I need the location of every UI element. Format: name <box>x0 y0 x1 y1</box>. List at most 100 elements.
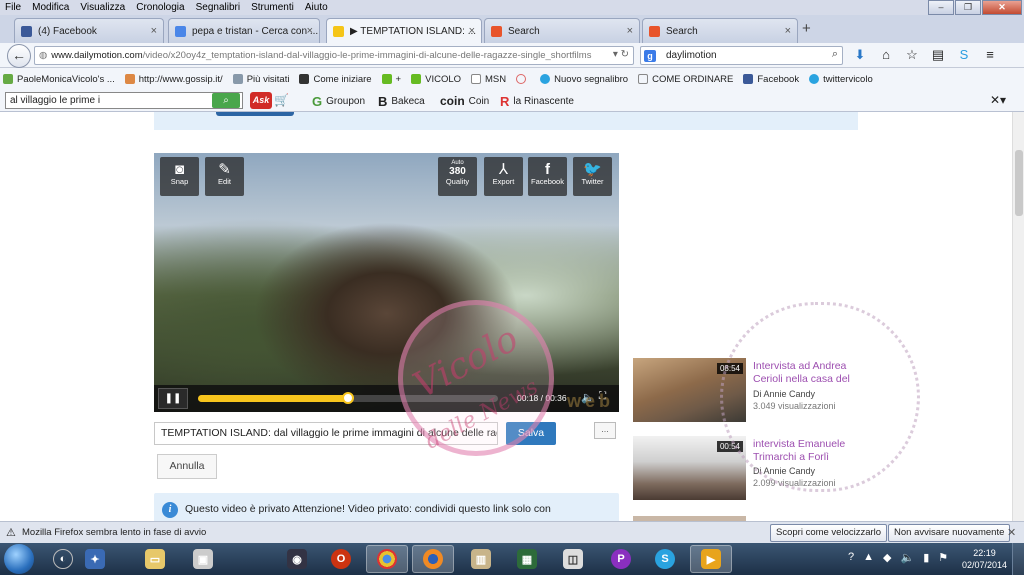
facebook-share-button[interactable]: f Facebook <box>528 157 567 196</box>
flag-icon[interactable]: ⚑ <box>938 551 948 564</box>
bookmark-item[interactable]: Più visitati <box>232 74 289 85</box>
app-icon: ◫ <box>563 549 583 569</box>
export-label: Export <box>492 177 515 186</box>
menu-cronologia[interactable]: Cronologia <box>131 2 190 13</box>
close-tab-icon[interactable]: × <box>469 25 475 37</box>
tab-facebook[interactable]: (4) Facebook × <box>14 18 164 43</box>
export-button[interactable]: ⅄ Export <box>484 157 523 196</box>
ask-logo[interactable]: Ask <box>250 92 272 109</box>
close-window-icon[interactable]: ✕ <box>982 0 1022 15</box>
bookmark-star-icon[interactable]: ☆ <box>904 47 920 63</box>
coin-link[interactable]: coin Coin <box>440 94 489 108</box>
menu-aiuto[interactable]: Aiuto <box>300 2 334 13</box>
tools-icon[interactable]: ✕▾ <box>990 93 1006 107</box>
back-button[interactable]: ← <box>7 44 31 68</box>
scrollbar-thumb[interactable] <box>1015 150 1023 216</box>
bookmark-label: Come iniziare <box>313 73 372 85</box>
bookmark-label: http://www.gossip.it/ <box>138 73 223 85</box>
menu-modifica[interactable]: Modifica <box>27 2 75 13</box>
network-icon[interactable]: ▮ <box>923 551 929 564</box>
skype-icon[interactable]: S <box>956 47 972 63</box>
snap-button[interactable]: ◙ Snap <box>160 157 199 196</box>
menu-file[interactable]: File <box>0 2 27 13</box>
taskbar-clock[interactable]: 22:19 02/07/2014 <box>962 547 1007 571</box>
help-icon[interactable]: ? <box>848 551 854 564</box>
taskbar-app[interactable]: ▭ <box>134 545 176 573</box>
speed-up-button[interactable]: Scopri come velocizzarlo <box>770 524 888 542</box>
bookmark-item[interactable]: http://www.gossip.it/ <box>124 73 223 85</box>
bookmark-item[interactable]: Come iniziare <box>299 73 372 85</box>
close-tab-icon[interactable]: × <box>785 25 791 37</box>
bakeca-link[interactable]: B Bakeca <box>378 94 425 109</box>
more-options-button[interactable]: ... <box>594 422 616 439</box>
taskbar-app[interactable]: ▣ <box>182 545 224 573</box>
download-icon[interactable]: ⬇ <box>852 47 868 63</box>
ask-search-input[interactable]: al villaggio le prime i <box>5 92 243 109</box>
new-tab-icon[interactable]: + <box>802 20 811 37</box>
search-icon[interactable]: ⌕ <box>832 48 838 61</box>
restore-icon[interactable]: ❐ <box>955 0 981 15</box>
facebook-icon <box>21 25 32 37</box>
search-bar[interactable]: g daylimotion ⌕ <box>640 46 843 65</box>
minimize-icon[interactable]: – <box>928 0 954 15</box>
taskbar-app[interactable]: ◉ <box>276 545 318 573</box>
quality-button[interactable]: Auto 380 Quality <box>438 157 477 196</box>
groupon-link[interactable]: G Groupon <box>312 94 365 109</box>
taskbar-app[interactable]: ◫ <box>552 545 594 573</box>
related-video-thumbnail[interactable]: 00:54 <box>633 436 746 500</box>
show-desktop-button[interactable] <box>1012 543 1024 575</box>
tab-google-search[interactable]: pepa e tristan - Cerca con ... × <box>168 18 320 43</box>
address-bar[interactable]: ◍ www.dailymotion.com/video/x20oy4z_temp… <box>34 46 634 65</box>
cancel-button[interactable]: Annulla <box>157 454 217 479</box>
menu-icon[interactable]: ≡ <box>982 47 998 63</box>
dismiss-button[interactable]: Non avvisare nuovamente <box>888 524 1011 542</box>
tab-search-1[interactable]: Search × <box>484 18 640 43</box>
taskbar-app[interactable]: P <box>600 545 642 573</box>
vertical-scrollbar[interactable] <box>1012 112 1024 521</box>
menu-segnalibri[interactable]: Segnalibri <box>191 2 246 13</box>
ask-search-button[interactable]: ⌕ <box>212 93 240 108</box>
taskbar-app[interactable]: ▥ <box>460 545 502 573</box>
cart-icon[interactable]: 🛒 <box>274 93 289 107</box>
taskbar-app[interactable]: S <box>644 545 686 573</box>
close-notification-icon[interactable]: ✕ <box>1007 526 1016 539</box>
twitter-share-button[interactable]: 🐦 Twitter <box>573 157 612 196</box>
bookmark-item[interactable] <box>516 74 530 84</box>
bookmarks-list-icon[interactable]: ▤ <box>930 47 946 63</box>
rinascente-link[interactable]: Rla Rinascente <box>500 94 574 109</box>
pause-button[interactable]: ❚❚ <box>158 388 188 409</box>
taskbar-app[interactable]: ▶ <box>690 545 732 573</box>
taskbar-app[interactable]: ▦ <box>506 545 548 573</box>
tab-dailymotion[interactable]: ▶ TEMPTATION ISLAND: ... × <box>326 18 482 43</box>
show-hidden-icon[interactable]: ▲ <box>863 551 874 564</box>
menu-visualizza[interactable]: Visualizza <box>75 2 131 13</box>
bookmark-item[interactable]: + <box>381 74 401 85</box>
close-tab-icon[interactable]: × <box>307 25 313 37</box>
menu-strumenti[interactable]: Strumenti <box>246 2 300 13</box>
taskbar-app[interactable] <box>366 545 408 573</box>
bookmark-item[interactable]: PaoleMonicaVicolo's ... <box>3 74 115 85</box>
taskbar-app[interactable]: ✦ <box>74 545 116 573</box>
app-tray-icon[interactable]: ◆ <box>883 551 891 564</box>
bookmark-item[interactable]: twittervicolo <box>809 74 873 85</box>
tab-search-2[interactable]: Search × <box>642 18 798 43</box>
reload-icon[interactable]: ▾ ↻ <box>612 49 629 60</box>
progress-knob[interactable] <box>342 392 354 404</box>
taskbar-app[interactable] <box>412 545 454 573</box>
taskbar-app[interactable]: O <box>320 545 362 573</box>
volume-icon[interactable]: 🔈 <box>900 551 914 564</box>
clock-date: 02/07/2014 <box>962 560 1008 570</box>
close-tab-icon[interactable]: × <box>627 25 633 37</box>
home-icon[interactable]: ⌂ <box>878 47 894 63</box>
bookmark-item[interactable]: VICOLO <box>411 74 461 85</box>
header-button-edge[interactable] <box>216 112 294 116</box>
bookmark-item[interactable]: MSN <box>471 74 506 85</box>
bookmark-item[interactable]: Nuovo segnalibro <box>540 74 628 85</box>
app-icon: ▦ <box>517 549 537 569</box>
edit-button[interactable]: ✎ Edit <box>205 157 244 196</box>
bookmark-item[interactable]: COME ORDINARE <box>638 74 733 85</box>
google-icon[interactable]: g <box>644 49 656 62</box>
bookmark-item[interactable]: Facebook <box>743 74 799 85</box>
close-tab-icon[interactable]: × <box>151 25 157 37</box>
start-button[interactable] <box>4 544 34 574</box>
